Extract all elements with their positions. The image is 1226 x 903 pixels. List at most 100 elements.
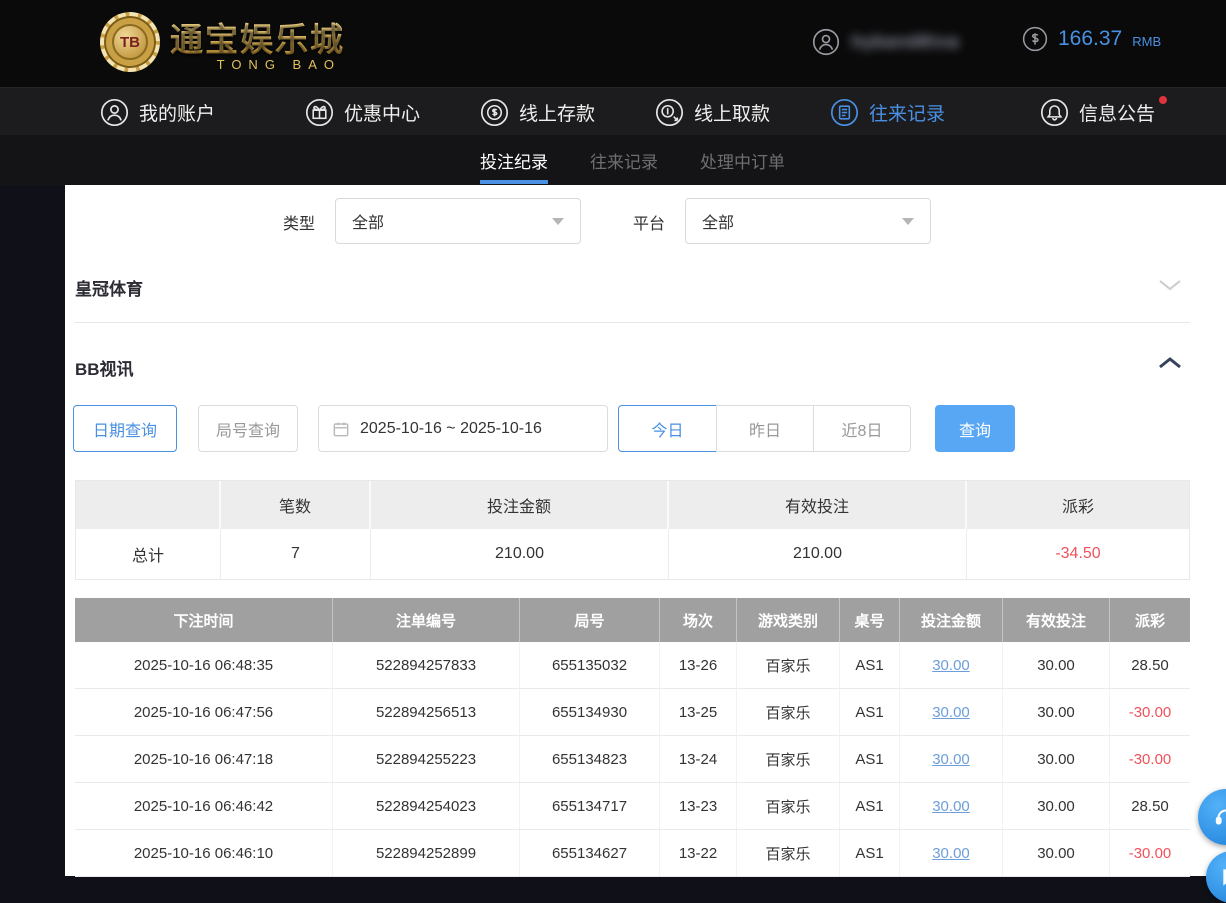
bet-amount-link[interactable]: 30.00 <box>932 751 970 768</box>
bet-id-cell: 522894257833 <box>333 642 520 688</box>
bet-table: 下注时间注单编号局号场次游戏类别桌号投注金额有效投注派彩 2025-10-16 … <box>75 598 1190 877</box>
game-type-cell: 百家乐 <box>737 736 840 782</box>
session-cell: 13-23 <box>660 783 737 829</box>
bet-time-cell: 2025-10-16 06:47:18 <box>75 736 333 782</box>
column-header: 有效投注 <box>1003 598 1110 642</box>
bet-time-cell: 2025-10-16 06:47:56 <box>75 689 333 735</box>
game-type-cell: 百家乐 <box>737 783 840 829</box>
game-type-cell: 百家乐 <box>737 689 840 735</box>
column-header: 游戏类别 <box>737 598 840 642</box>
column-header: 局号 <box>520 598 660 642</box>
username: hyband8txa <box>852 32 960 52</box>
summary-header-bet: 投注金额 <box>371 481 669 529</box>
bet-id-cell: 522894252899 <box>333 830 520 876</box>
content-panel: 类型 全部 平台 全部 皇冠体育 BB视讯 日期查询 局号查询 2025-10-… <box>65 185 1226 876</box>
account-icon <box>100 98 129 127</box>
session-cell: 13-26 <box>660 642 737 688</box>
round-query-button[interactable]: 局号查询 <box>198 405 298 452</box>
summary-header-row: 笔数 投注金额 有效投注 派彩 <box>76 481 1189 529</box>
top-header: TB 通宝娱乐城 TONG BAO hyband8txa 166.37 RMB <box>0 0 1226 87</box>
expand-sports-button[interactable] <box>1157 277 1183 295</box>
bet-time-cell: 2025-10-16 06:46:42 <box>75 783 333 829</box>
tab-transaction-records[interactable]: 往来记录 <box>590 135 658 185</box>
nav-label: 优惠中心 <box>344 99 420 126</box>
valid-bet-cell: 30.00 <box>1003 736 1110 782</box>
payout-cell: 28.50 <box>1110 783 1190 829</box>
last8days-button[interactable]: 近8日 <box>813 405 911 452</box>
logo-chip-badge: TB <box>112 24 148 60</box>
main-nav: 我的账户 优惠中心 线上存款 线上取款 往来记录 信息公告 <box>0 87 1226 135</box>
today-button[interactable]: 今日 <box>618 405 717 452</box>
summary-bet-amount: 210.00 <box>371 529 669 579</box>
valid-bet-cell: 30.00 <box>1003 689 1110 735</box>
nav-label: 线上取款 <box>694 99 770 126</box>
tab-processing-orders[interactable]: 处理中订单 <box>700 135 785 185</box>
session-cell: 13-22 <box>660 830 737 876</box>
yesterday-button[interactable]: 昨日 <box>716 405 814 452</box>
bet-amount-link[interactable]: 30.00 <box>932 845 970 862</box>
table-row: 2025-10-16 06:48:35522894257833655135032… <box>75 642 1190 689</box>
nav-item-withdraw[interactable]: 线上取款 <box>655 88 770 136</box>
game-type-cell: 百家乐 <box>737 830 840 876</box>
tab-bet-records[interactable]: 投注纪录 <box>480 135 548 185</box>
column-header: 场次 <box>660 598 737 642</box>
bet-id-cell: 522894254023 <box>333 783 520 829</box>
summary-valid-bet: 210.00 <box>669 529 967 579</box>
round-id-cell: 655134930 <box>520 689 660 735</box>
nav-item-deposit[interactable]: 线上存款 <box>480 88 595 136</box>
nav-item-records[interactable]: 往来记录 <box>830 88 945 136</box>
date-range-input[interactable]: 2025-10-16 ~ 2025-10-16 <box>318 405 608 452</box>
column-header: 下注时间 <box>75 598 333 642</box>
bell-icon <box>1040 98 1069 127</box>
bet-amount-link[interactable]: 30.00 <box>932 704 970 721</box>
chevron-down-icon <box>552 218 564 225</box>
bet-time-cell: 2025-10-16 06:46:10 <box>75 830 333 876</box>
bet-amount-cell: 30.00 <box>900 783 1003 829</box>
nav-item-promotions[interactable]: 优惠中心 <box>305 88 420 136</box>
logo-text: 通宝娱乐城 TONG BAO <box>170 13 345 72</box>
site-title: 通宝娱乐城 <box>170 13 345 61</box>
chevron-down-icon <box>902 218 914 225</box>
section-title-sports: 皇冠体育 <box>75 275 143 300</box>
date-range-value: 2025-10-16 ~ 2025-10-16 <box>360 420 542 438</box>
summary-header-blank <box>76 481 221 529</box>
search-button[interactable]: 查询 <box>935 405 1015 452</box>
valid-bet-cell: 30.00 <box>1003 642 1110 688</box>
table-row: 2025-10-16 06:47:18522894255223655134823… <box>75 736 1190 783</box>
bet-id-cell: 522894256513 <box>333 689 520 735</box>
column-header: 桌号 <box>840 598 900 642</box>
balance: 166.37 RMB <box>1022 26 1161 52</box>
calendar-icon <box>331 419 351 439</box>
deposit-icon <box>480 98 509 127</box>
payout-cell: 28.50 <box>1110 642 1190 688</box>
table-row: 2025-10-16 06:46:42522894254023655134717… <box>75 783 1190 830</box>
type-filter-select[interactable]: 全部 <box>335 198 581 244</box>
summary-table: 笔数 投注金额 有效投注 派彩 总计 7 210.00 210.00 -34.5… <box>75 480 1190 580</box>
bet-table-body: 2025-10-16 06:48:35522894257833655135032… <box>75 642 1190 877</box>
table-id-cell: AS1 <box>840 642 900 688</box>
nav-label: 信息公告 <box>1079 99 1155 126</box>
summary-total-row: 总计 7 210.00 210.00 -34.50 <box>76 529 1189 579</box>
table-id-cell: AS1 <box>840 736 900 782</box>
section-divider <box>75 322 1190 323</box>
nav-label: 往来记录 <box>869 99 945 126</box>
summary-total-label: 总计 <box>76 529 221 579</box>
nav-item-announcements[interactable]: 信息公告 <box>1040 88 1155 136</box>
notification-dot <box>1159 96 1167 104</box>
bet-amount-link[interactable]: 30.00 <box>932 657 970 674</box>
logo-chip-icon: TB <box>100 12 160 72</box>
user-info: hyband8txa <box>812 28 960 56</box>
payout-cell: -30.00 <box>1110 830 1190 876</box>
bet-amount-cell: 30.00 <box>900 689 1003 735</box>
table-id-cell: AS1 <box>840 830 900 876</box>
nav-item-my-account[interactable]: 我的账户 <box>100 88 215 136</box>
platform-filter-select[interactable]: 全部 <box>685 198 931 244</box>
date-query-button[interactable]: 日期查询 <box>73 405 177 452</box>
bet-amount-link[interactable]: 30.00 <box>932 798 970 815</box>
collapse-bb-button[interactable] <box>1157 355 1183 373</box>
site-subtitle: TONG BAO <box>217 57 341 72</box>
bet-id-cell: 522894255223 <box>333 736 520 782</box>
type-filter-label: 类型 <box>283 210 315 234</box>
valid-bet-cell: 30.00 <box>1003 830 1110 876</box>
platform-filter-value: 全部 <box>702 209 734 233</box>
